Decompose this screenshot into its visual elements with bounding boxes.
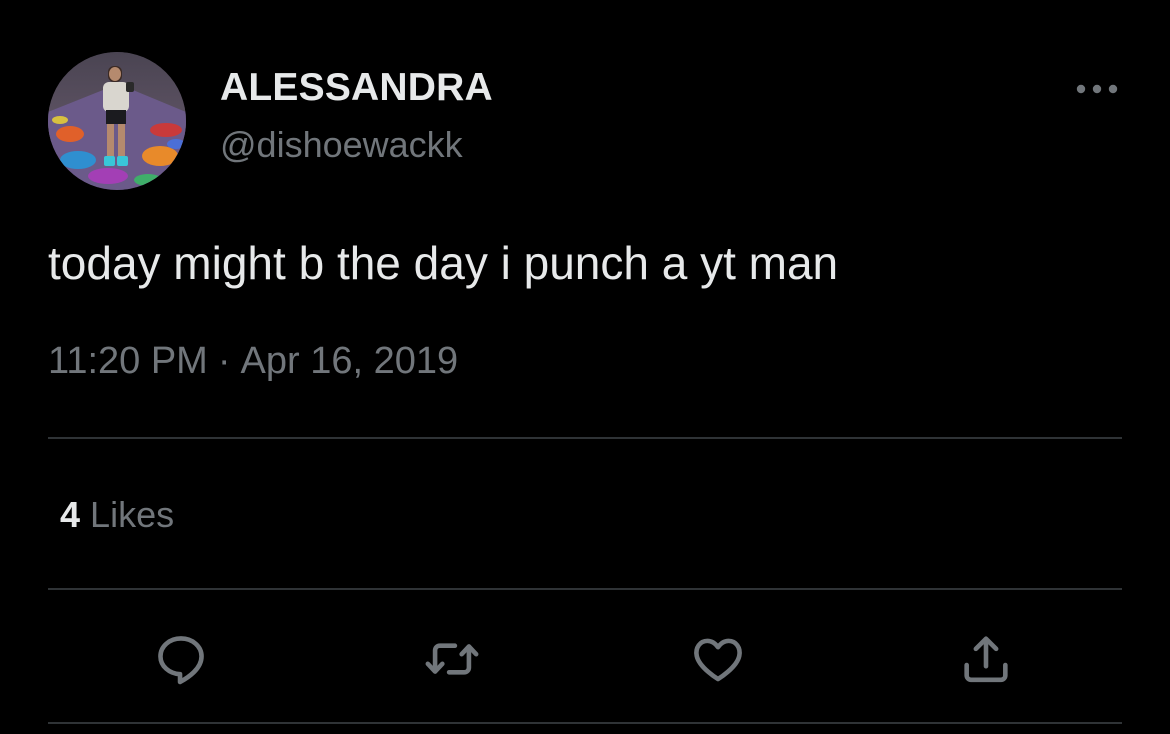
heart-icon — [694, 638, 742, 682]
divider — [48, 588, 1122, 590]
tweet-text: today might b the day i punch a yt man — [48, 237, 839, 289]
likes-label: Likes — [90, 494, 175, 535]
share-button[interactable] — [957, 630, 1015, 688]
avatar[interactable] — [48, 52, 186, 190]
likes-link[interactable]: 4 Likes — [60, 494, 174, 536]
avatar-photo — [48, 52, 186, 190]
reply-icon — [158, 636, 204, 685]
tweet-date: Apr 16, 2019 — [240, 340, 459, 382]
like-button[interactable] — [689, 630, 747, 688]
tweet-time: 11:20 PM — [48, 340, 208, 382]
user-handle[interactable]: @dishoewackk — [220, 124, 463, 166]
divider — [48, 437, 1122, 439]
reply-button[interactable] — [152, 630, 210, 688]
retweet-icon — [425, 643, 479, 675]
more-options-button[interactable] — [1072, 74, 1122, 104]
timestamp-separator: · — [217, 340, 231, 382]
likes-count: 4 — [60, 494, 81, 535]
more-icon — [1076, 84, 1118, 94]
divider — [48, 722, 1122, 724]
tweet-timestamp[interactable]: 11:20 PM · Apr 16, 2019 — [48, 340, 458, 383]
display-name[interactable]: ALESSANDRA — [220, 66, 493, 110]
retweet-button[interactable] — [423, 630, 481, 688]
share-icon — [964, 636, 1008, 683]
